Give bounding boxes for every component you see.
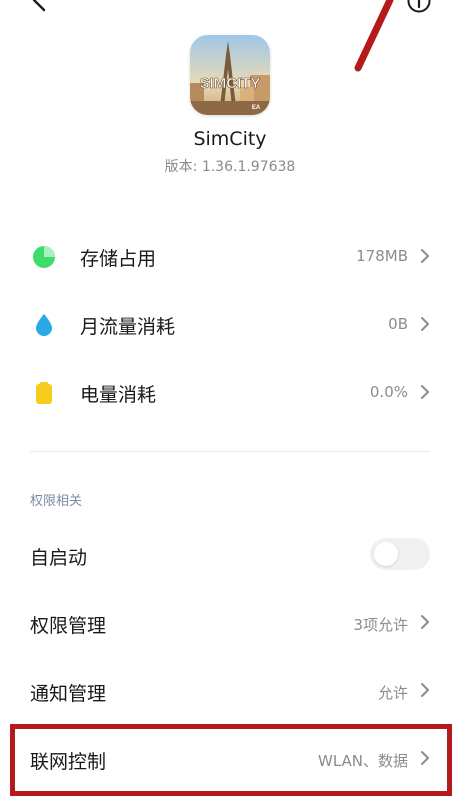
autostart-label: 自启动: [30, 547, 88, 569]
app-name: SimCity: [193, 128, 267, 150]
annotation-highlight-box: [10, 724, 452, 796]
app-icon: SIMCITY EA: [190, 35, 270, 115]
app-version: 版本: 1.36.1.97638: [164, 159, 296, 175]
storage-label: 存储占用: [80, 248, 157, 270]
battery-icon: [36, 382, 52, 404]
app-icon-text: SIMCITY: [200, 75, 261, 92]
permission-management-row[interactable]: 权限管理 3项允许: [0, 592, 460, 652]
pie-chart-icon: [33, 246, 55, 268]
notification-management-value: 允许: [377, 684, 408, 702]
divider: [30, 451, 430, 452]
battery-label: 电量消耗: [80, 384, 157, 406]
data-usage-value: 0B: [388, 315, 408, 333]
chevron-right-icon: [421, 683, 429, 697]
info-icon[interactable]: [406, 0, 432, 14]
notification-management-label: 通知管理: [30, 683, 107, 705]
section-title-permissions: 权限相关: [30, 494, 83, 509]
data-usage-label: 月流量消耗: [80, 316, 176, 338]
battery-row[interactable]: 电量消耗 0.0%: [0, 362, 460, 422]
annotation-arrow: [354, 0, 394, 72]
storage-value: 178MB: [356, 247, 408, 265]
battery-value: 0.0%: [369, 383, 408, 401]
autostart-row[interactable]: 自启动: [0, 524, 460, 584]
autostart-toggle[interactable]: [370, 538, 430, 570]
data-usage-row[interactable]: 月流量消耗 0B: [0, 294, 460, 354]
permission-management-label: 权限管理: [30, 615, 107, 637]
water-drop-icon: [36, 314, 52, 336]
chevron-right-icon: [421, 385, 429, 399]
chevron-right-icon: [421, 249, 429, 263]
chevron-right-icon: [421, 615, 429, 629]
back-arrow-icon[interactable]: [26, 0, 54, 14]
chevron-right-icon: [421, 317, 429, 331]
ea-badge: EA: [252, 105, 261, 111]
toggle-knob: [374, 542, 398, 566]
permission-management-value: 3项允许: [353, 616, 408, 634]
notification-management-row[interactable]: 通知管理 允许: [0, 660, 460, 720]
storage-row[interactable]: 存储占用 178MB: [0, 226, 460, 286]
